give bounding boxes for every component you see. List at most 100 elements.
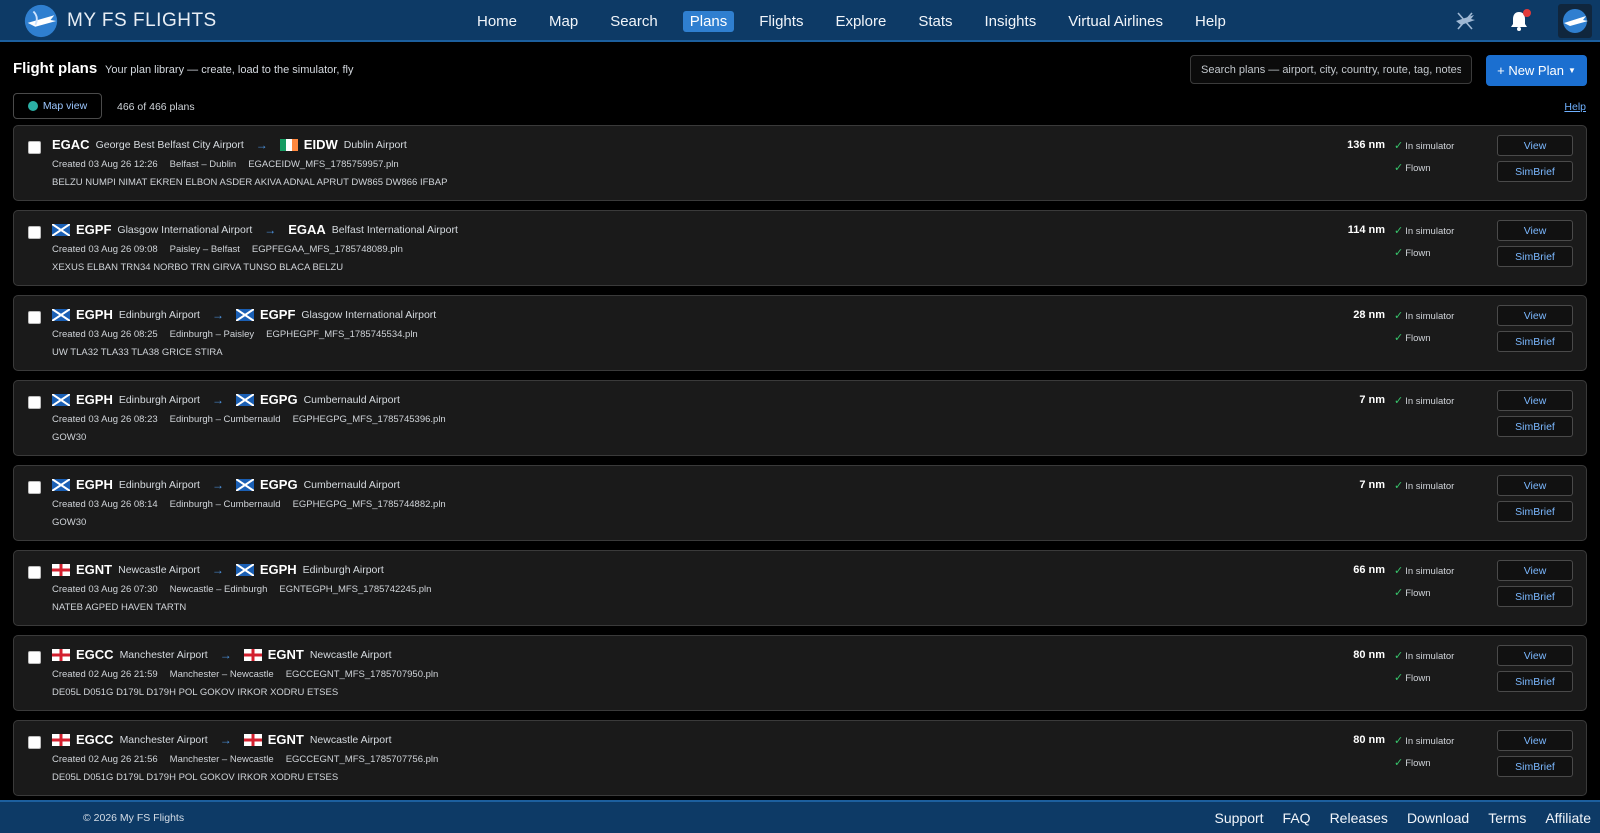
origin-icao[interactable]: EGNT xyxy=(76,562,112,577)
plan-select-checkbox[interactable] xyxy=(28,481,41,494)
plan-select-checkbox[interactable] xyxy=(28,396,41,409)
simbrief-button[interactable]: SimBrief xyxy=(1497,586,1573,607)
destination-icao[interactable]: EGPF xyxy=(260,307,295,322)
avatar[interactable] xyxy=(1558,4,1592,38)
origin-icao[interactable]: EGPH xyxy=(76,307,113,322)
city-pair: Newcastle – Edinburgh xyxy=(169,584,268,595)
arrow-right-icon: → xyxy=(219,732,232,747)
plan-filename: EGPHEGPG_MFS_1785745396.pln xyxy=(292,414,446,425)
plan-card: EGCC Manchester Airport → EGNT Newcastle Air… xyxy=(13,635,1587,711)
simbrief-button[interactable]: SimBrief xyxy=(1497,671,1573,692)
view-button[interactable]: View xyxy=(1497,135,1573,156)
flight-tools-icon[interactable] xyxy=(1450,6,1480,36)
in-simulator-label: In simulator xyxy=(1405,566,1455,577)
nav-link-plans[interactable]: Plans xyxy=(682,10,735,32)
plan-select-checkbox[interactable] xyxy=(28,651,41,664)
nav-link-home[interactable]: Home xyxy=(470,11,524,32)
flown-status: ✓ Flown xyxy=(1394,586,1431,599)
origin-icao[interactable]: EGPH xyxy=(76,392,113,407)
view-button[interactable]: View xyxy=(1497,390,1573,411)
route-line: EGAC George Best Belfast City Airport → EID… xyxy=(52,137,407,152)
simbrief-button[interactable]: SimBrief xyxy=(1497,246,1573,267)
plan-select-checkbox[interactable] xyxy=(28,226,41,239)
plan-select-checkbox[interactable] xyxy=(28,141,41,154)
nav-link-flights[interactable]: Flights xyxy=(752,11,810,32)
flown-status: ✓ Flown xyxy=(1394,246,1431,259)
destination-icao[interactable]: EIDW xyxy=(304,137,338,152)
flown-label: Flown xyxy=(1405,758,1431,769)
check-icon: ✓ xyxy=(1394,672,1404,684)
route-waypoints: BELZU NUMPI NIMAT EKREN ELBON ASDER AKIV… xyxy=(52,177,448,188)
simbrief-button[interactable]: SimBrief xyxy=(1497,501,1573,522)
england-flag-icon xyxy=(52,563,70,576)
in-simulator-status: ✓ In simulator xyxy=(1394,139,1454,152)
caret-down-icon: ▼ xyxy=(1567,66,1576,75)
nav-link-stats[interactable]: Stats xyxy=(911,11,959,32)
origin-name: Edinburgh Airport xyxy=(118,308,200,321)
footer-link-download[interactable]: Download xyxy=(1407,810,1469,826)
simbrief-button[interactable]: SimBrief xyxy=(1497,161,1573,182)
destination-icao[interactable]: EGAA xyxy=(288,222,326,237)
nav-link-virtual-airlines[interactable]: Virtual Airlines xyxy=(1061,11,1170,32)
plan-select-checkbox[interactable] xyxy=(28,566,41,579)
view-button[interactable]: View xyxy=(1497,475,1573,496)
footer: © 2026 My FS Flights Support FAQ Releases D… xyxy=(0,800,1600,833)
brand[interactable]: MY FS FLIGHTS xyxy=(22,2,217,40)
route-waypoints: XEXUS ELBAN TRN34 NORBO TRN GIRVA TUNSO … xyxy=(52,262,344,273)
destination-icao[interactable]: EGNT xyxy=(268,732,304,747)
destination-icao[interactable]: EGPG xyxy=(260,392,298,407)
arrow-right-icon: → xyxy=(264,222,277,237)
in-simulator-label: In simulator xyxy=(1405,481,1455,492)
distance: 7 nm xyxy=(1359,394,1385,406)
view-button[interactable]: View xyxy=(1497,305,1573,326)
view-button[interactable]: View xyxy=(1497,560,1573,581)
check-icon: ✓ xyxy=(1394,587,1404,599)
view-button[interactable]: View xyxy=(1497,645,1573,666)
plan-select-checkbox[interactable] xyxy=(28,311,41,324)
check-icon: ✓ xyxy=(1394,225,1404,237)
origin-icao[interactable]: EGCC xyxy=(76,647,114,662)
nav-link-insights[interactable]: Insights xyxy=(978,11,1044,32)
search-input[interactable] xyxy=(1190,55,1472,84)
route-waypoints: DE05L D051G D179L D179H POL GOKOV IRKOR … xyxy=(52,687,339,698)
nav-link-help[interactable]: Help xyxy=(1188,11,1233,32)
origin-name: Glasgow International Airport xyxy=(117,223,253,236)
footer-link-terms[interactable]: Terms xyxy=(1488,810,1526,826)
plan-select-checkbox[interactable] xyxy=(28,736,41,749)
origin-icao[interactable]: EGAC xyxy=(52,137,90,152)
footer-link-faq[interactable]: FAQ xyxy=(1283,810,1311,826)
view-button[interactable]: View xyxy=(1497,220,1573,241)
plan-card: EGPH Edinburgh Airport → EGPG Cumbernauld Ai… xyxy=(13,380,1587,456)
bell-icon[interactable] xyxy=(1504,6,1534,36)
footer-link-releases[interactable]: Releases xyxy=(1330,810,1388,826)
origin-icao[interactable]: EGPH xyxy=(76,477,113,492)
in-simulator-label: In simulator xyxy=(1405,651,1455,662)
arrow-right-icon: → xyxy=(211,307,224,322)
simbrief-button[interactable]: SimBrief xyxy=(1497,331,1573,352)
distance: 136 nm xyxy=(1347,139,1385,151)
main-nav: Home Map Search Plans Flights Explore Stats Ins… xyxy=(470,0,1251,42)
nav-link-search[interactable]: Search xyxy=(603,11,665,32)
origin-icao[interactable]: EGCC xyxy=(76,732,114,747)
in-simulator-status: ✓ In simulator xyxy=(1394,734,1454,747)
simbrief-button[interactable]: SimBrief xyxy=(1497,756,1573,777)
origin-name: Newcastle Airport xyxy=(118,563,200,576)
footer-link-support[interactable]: Support xyxy=(1215,810,1264,826)
notification-dot xyxy=(1523,9,1531,17)
destination-icao[interactable]: EGPG xyxy=(260,477,298,492)
map-view-button[interactable]: Map view xyxy=(13,93,102,119)
top-navbar: MY FS FLIGHTS Home Map Search Plans Flights E… xyxy=(0,0,1600,42)
view-button[interactable]: View xyxy=(1497,730,1573,751)
simbrief-button[interactable]: SimBrief xyxy=(1497,416,1573,437)
nav-link-map[interactable]: Map xyxy=(542,11,585,32)
nav-link-explore[interactable]: Explore xyxy=(828,11,893,32)
route-line: EGPH Edinburgh Airport → EGPG Cumbernauld Ai… xyxy=(52,392,400,407)
destination-icao[interactable]: EGPH xyxy=(260,562,297,577)
new-plan-button[interactable]: + New Plan ▼ xyxy=(1486,55,1587,86)
scotland-flag-icon xyxy=(235,478,254,491)
help-link[interactable]: Help xyxy=(1564,101,1586,113)
scotland-flag-icon xyxy=(235,393,254,406)
footer-link-affiliate[interactable]: Affiliate xyxy=(1545,810,1591,826)
origin-icao[interactable]: EGPF xyxy=(76,222,111,237)
destination-icao[interactable]: EGNT xyxy=(268,647,304,662)
